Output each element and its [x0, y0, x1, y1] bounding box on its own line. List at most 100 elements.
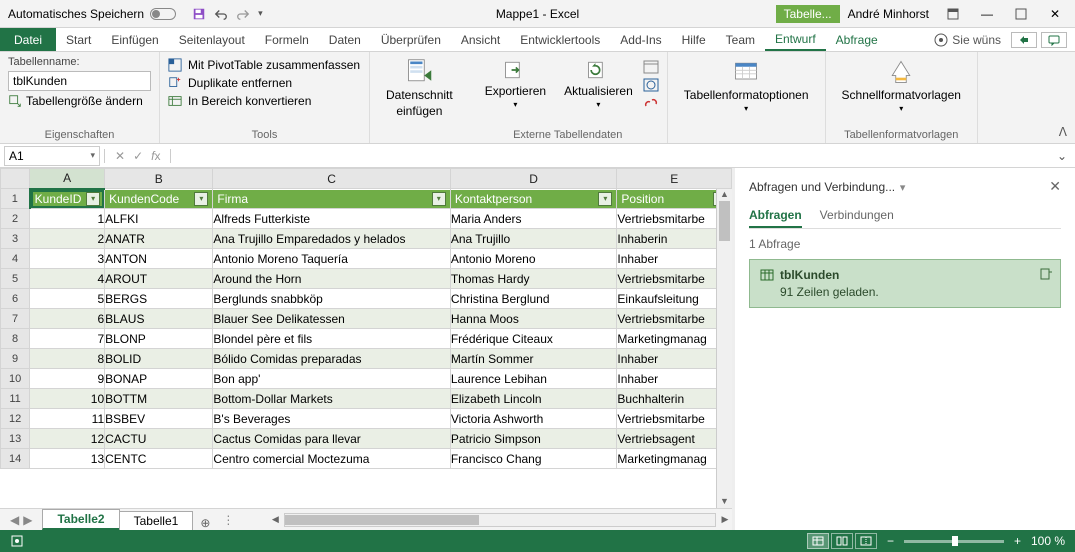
row-head[interactable]: 2: [1, 209, 30, 229]
cell[interactable]: Antonio Moreno: [450, 249, 617, 269]
zoom-out-button[interactable]: −: [887, 534, 894, 548]
fx-icon[interactable]: fx: [151, 149, 160, 163]
col-head-a[interactable]: A: [30, 169, 105, 189]
properties-icon[interactable]: [643, 60, 659, 74]
vertical-scrollbar[interactable]: ▲▼: [716, 189, 732, 508]
pivot-button[interactable]: Mit PivotTable zusammenfassen: [168, 56, 361, 74]
row-head[interactable]: 10: [1, 369, 30, 389]
table-header-cell[interactable]: Kontaktperson▾: [450, 189, 617, 209]
cell[interactable]: Ana Trujillo Emparedados y helados: [213, 229, 450, 249]
zoom-slider[interactable]: [904, 540, 1004, 543]
cell[interactable]: CACTU: [105, 429, 213, 449]
cell[interactable]: ANTON: [105, 249, 213, 269]
tab-abfrage[interactable]: Abfrage: [826, 28, 888, 51]
view-page-layout-icon[interactable]: [831, 533, 853, 549]
cell[interactable]: Alfreds Futterkiste: [213, 209, 450, 229]
panel-tab-verbindungen[interactable]: Verbindungen: [820, 204, 894, 228]
row-head[interactable]: 12: [1, 409, 30, 429]
cell[interactable]: 10: [30, 389, 105, 409]
user-name[interactable]: André Minhorst: [848, 7, 929, 21]
table-header-cell[interactable]: KundeID▾: [30, 189, 105, 209]
record-macro-icon[interactable]: [10, 534, 24, 548]
cell[interactable]: Buchhalterin: [617, 389, 732, 409]
close-button[interactable]: ✕: [1039, 2, 1071, 26]
cell[interactable]: Blauer See Delikatessen: [213, 309, 450, 329]
cell[interactable]: 4: [30, 269, 105, 289]
autosave-control[interactable]: Automatisches Speichern: [0, 7, 184, 21]
qat-dropdown-icon[interactable]: ▾: [258, 8, 263, 19]
cell[interactable]: Hanna Moos: [450, 309, 617, 329]
panel-close-button[interactable]: ✕: [1049, 178, 1061, 195]
table-header-cell[interactable]: Position▾: [617, 189, 732, 209]
tab-file[interactable]: Datei: [0, 28, 56, 51]
col-head-e[interactable]: E: [617, 169, 732, 189]
cell[interactable]: Vertriebsmitarbe: [617, 309, 732, 329]
cell[interactable]: Marketingmanag: [617, 449, 732, 469]
cell[interactable]: Berglunds snabbköp: [213, 289, 450, 309]
cell[interactable]: Francisco Chang: [450, 449, 617, 469]
cell[interactable]: 1: [30, 209, 105, 229]
filter-dropdown-icon[interactable]: ▾: [432, 192, 446, 206]
cell[interactable]: Victoria Ashworth: [450, 409, 617, 429]
table-header-cell[interactable]: KundenCode▾: [105, 189, 213, 209]
cell[interactable]: CENTC: [105, 449, 213, 469]
tab-entwurf[interactable]: Entwurf: [765, 28, 826, 51]
cell[interactable]: Vertriebsmitarbe: [617, 269, 732, 289]
tab-team[interactable]: Team: [716, 28, 765, 51]
zoom-level[interactable]: 100 %: [1031, 534, 1065, 548]
cell[interactable]: Patricio Simpson: [450, 429, 617, 449]
tab-hilfe[interactable]: Hilfe: [672, 28, 716, 51]
worksheet-grid[interactable]: A B C D E 1KundeID▾KundenCode▾Firma▾Kont…: [0, 168, 732, 469]
autosave-toggle[interactable]: [150, 8, 176, 20]
cell[interactable]: 5: [30, 289, 105, 309]
cell[interactable]: B's Beverages: [213, 409, 450, 429]
cell[interactable]: Frédérique Citeaux: [450, 329, 617, 349]
cell[interactable]: Einkaufsleitung: [617, 289, 732, 309]
cancel-formula-icon[interactable]: ✕: [115, 149, 125, 163]
zoom-in-button[interactable]: +: [1014, 534, 1021, 548]
select-all-corner[interactable]: [1, 169, 30, 189]
cell[interactable]: Bon app': [213, 369, 450, 389]
cell[interactable]: Elizabeth Lincoln: [450, 389, 617, 409]
view-page-break-icon[interactable]: [855, 533, 877, 549]
filter-dropdown-icon[interactable]: ▾: [598, 192, 612, 206]
cell[interactable]: Inhaber: [617, 349, 732, 369]
save-icon[interactable]: [192, 7, 206, 21]
sheet-nav-next-icon[interactable]: ▶: [23, 513, 32, 527]
row-head[interactable]: 5: [1, 269, 30, 289]
tab-addins[interactable]: Add-Ins: [610, 28, 671, 51]
row-head[interactable]: 14: [1, 449, 30, 469]
table-name-input[interactable]: [8, 71, 151, 91]
row-head[interactable]: 8: [1, 329, 30, 349]
cell[interactable]: BSBEV: [105, 409, 213, 429]
cell[interactable]: Vertriebsmitarbe: [617, 209, 732, 229]
row-head[interactable]: 6: [1, 289, 30, 309]
cell[interactable]: Inhaber: [617, 249, 732, 269]
row-head[interactable]: 9: [1, 349, 30, 369]
cell[interactable]: 2: [30, 229, 105, 249]
formula-input[interactable]: [171, 147, 1048, 165]
row-head[interactable]: 4: [1, 249, 30, 269]
new-sheet-button[interactable]: ⊕: [192, 516, 218, 530]
panel-tab-abfragen[interactable]: Abfragen: [749, 204, 802, 228]
sheet-nav-prev-icon[interactable]: ◀: [10, 513, 19, 527]
tab-formeln[interactable]: Formeln: [255, 28, 319, 51]
enter-formula-icon[interactable]: ✓: [133, 149, 143, 163]
cell[interactable]: 8: [30, 349, 105, 369]
horizontal-scrollbar[interactable]: ◀▶: [268, 513, 732, 527]
table-header-cell[interactable]: Firma▾: [213, 189, 450, 209]
tab-seitenlayout[interactable]: Seitenlayout: [169, 28, 255, 51]
insert-slicer-button[interactable]: Datenschnitt einfügen: [378, 56, 461, 120]
query-item[interactable]: tblKunden 91 Zeilen geladen.: [749, 259, 1061, 308]
maximize-button[interactable]: [1005, 2, 1037, 26]
cell[interactable]: Maria Anders: [450, 209, 617, 229]
cell[interactable]: Marketingmanag: [617, 329, 732, 349]
cell[interactable]: BERGS: [105, 289, 213, 309]
cell[interactable]: Christina Berglund: [450, 289, 617, 309]
cell[interactable]: 9: [30, 369, 105, 389]
cell[interactable]: Bólido Comidas preparadas: [213, 349, 450, 369]
cell[interactable]: 6: [30, 309, 105, 329]
cell[interactable]: 13: [30, 449, 105, 469]
open-browser-icon[interactable]: [643, 78, 659, 92]
row-head[interactable]: 7: [1, 309, 30, 329]
